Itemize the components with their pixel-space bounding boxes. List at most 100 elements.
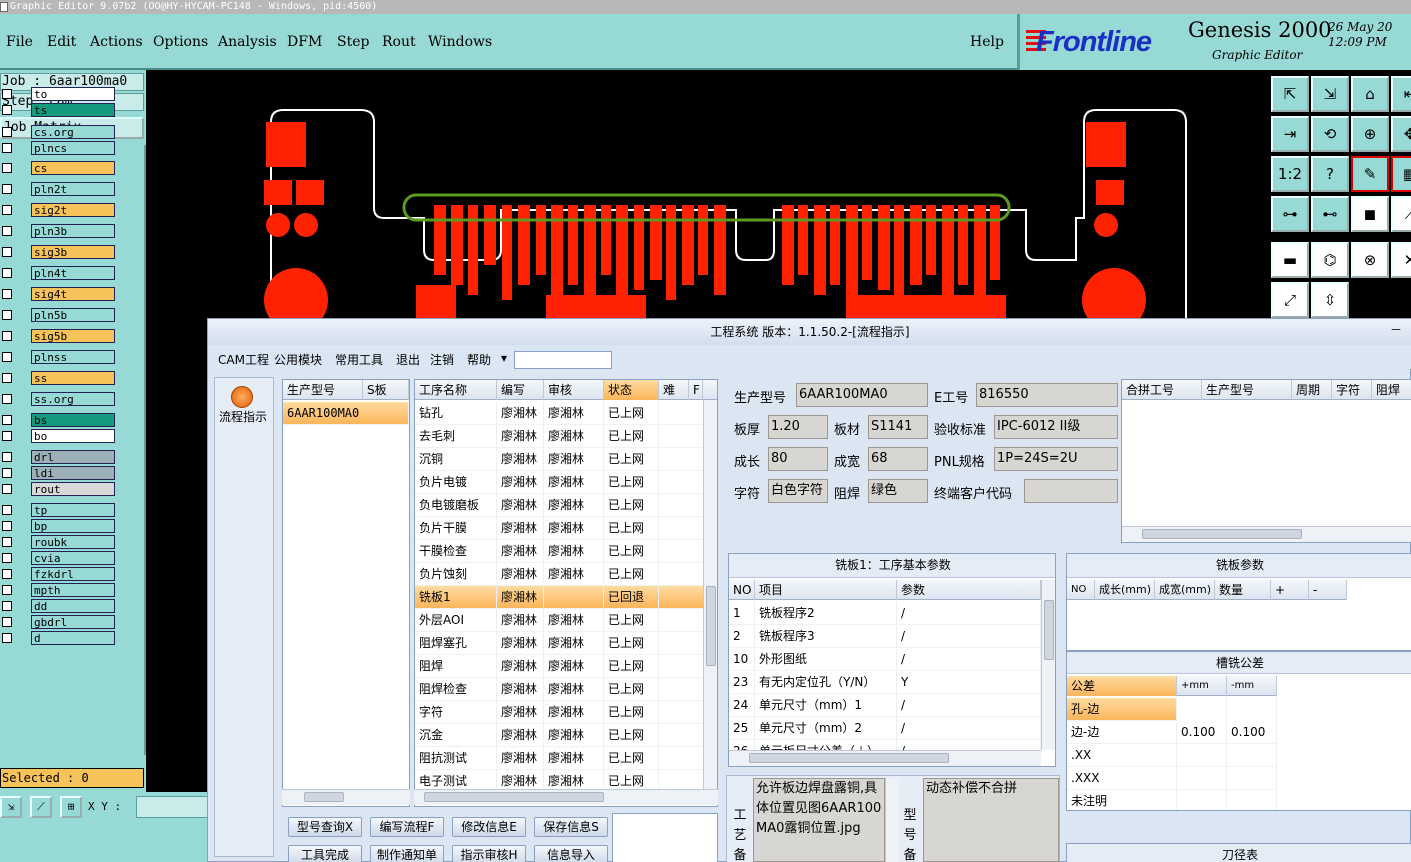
layer-row[interactable]: d — [0, 631, 146, 646]
layer-checkbox[interactable] — [2, 184, 12, 194]
field-char[interactable]: 白色字符 — [768, 479, 828, 503]
layer-checkbox[interactable] — [2, 352, 12, 362]
param-row[interactable]: 24 单元尺寸（mm）1/ — [729, 694, 1041, 717]
tolerance-row[interactable]: .XX — [1067, 744, 1277, 767]
window-menu-icon[interactable] — [0, 2, 8, 12]
layer-checkbox[interactable] — [2, 484, 12, 494]
save-info-button[interactable]: 保存信息S — [534, 817, 608, 837]
menu-step[interactable]: Step — [337, 34, 369, 50]
process-row[interactable]: 阻焊 廖湘林 廖湘林 已上网 — [415, 655, 703, 678]
layer-row[interactable]: pln3b — [0, 224, 146, 239]
layer-name[interactable]: pln2t — [31, 182, 115, 196]
tool-button-icon[interactable]: ⊕ — [1351, 116, 1389, 152]
minimize-icon[interactable]: － — [1390, 321, 1402, 338]
layer-row[interactable]: pln5b — [0, 308, 146, 323]
layer-name[interactable]: bs — [31, 413, 115, 427]
field-pnl[interactable]: 1P=24S=2U — [994, 447, 1118, 471]
field-mask[interactable]: 绿色 — [868, 479, 928, 503]
tolerance-row[interactable]: 未注明 — [1067, 790, 1277, 810]
layer-name[interactable]: roubk — [31, 535, 115, 549]
process-row[interactable]: 沉金 廖湘林 廖湘林 已上网 — [415, 724, 703, 747]
layer-checkbox[interactable] — [2, 143, 12, 153]
process-row[interactable]: 负片干膜 廖湘林 廖湘林 已上网 — [415, 517, 703, 540]
layer-checkbox[interactable] — [2, 431, 12, 441]
layer-name[interactable]: d — [31, 631, 115, 645]
tool-button-icon[interactable]: ⊶ — [1271, 196, 1309, 232]
review-button[interactable]: 指示审核H — [452, 845, 526, 862]
layer-row[interactable]: rout — [0, 482, 146, 497]
layer-checkbox[interactable] — [2, 205, 12, 215]
layer-checkbox[interactable] — [2, 226, 12, 236]
tool-button-icon[interactable]: 1:2 — [1271, 156, 1309, 192]
layer-row[interactable]: pln2t — [0, 182, 146, 197]
layer-row[interactable]: plnss — [0, 350, 146, 365]
flow-indicator-button[interactable]: 流程指示 — [219, 408, 267, 425]
layer-name[interactable]: bo — [31, 429, 115, 443]
menu-file[interactable]: File — [6, 34, 33, 50]
layer-checkbox[interactable] — [2, 310, 12, 320]
process-row[interactable]: 沉铜 廖湘林 廖湘林 已上网 — [415, 448, 703, 471]
tool-button-icon[interactable]: ? — [1311, 156, 1349, 192]
layer-row[interactable]: pln4t — [0, 266, 146, 281]
layer-name[interactable]: dd — [31, 599, 115, 613]
graphic-canvas[interactable] — [146, 70, 1267, 320]
layer-row[interactable]: bs — [0, 413, 146, 428]
layer-row[interactable]: ss — [0, 371, 146, 386]
layer-row[interactable]: gbdrl — [0, 615, 146, 630]
type-note[interactable]: 动态补偿不合拼 — [923, 778, 1059, 862]
process-row[interactable]: 去毛刺 廖湘林 廖湘林 已上网 — [415, 425, 703, 448]
process-row[interactable]: 负片蚀刻 廖湘林 廖湘林 已上网 — [415, 563, 703, 586]
field-customer[interactable] — [1024, 479, 1118, 503]
param-row[interactable]: 25 单元尺寸（mm）2/ — [729, 717, 1041, 740]
menu-windows[interactable]: Windows — [428, 34, 492, 50]
process-h-scroll[interactable] — [414, 789, 718, 805]
dmenu-cam[interactable]: CAM工程 — [218, 351, 269, 368]
process-row[interactable]: 负电镀磨板 廖湘林 廖湘林 已上网 — [415, 494, 703, 517]
layer-row[interactable]: ss.org — [0, 392, 146, 407]
layer-name[interactable]: rout — [31, 482, 115, 496]
layer-row[interactable]: to — [0, 87, 146, 102]
layer-name[interactable]: bp — [31, 519, 115, 533]
tool-button-icon[interactable]: ⌂ — [1351, 76, 1389, 112]
layer-name[interactable]: mpth — [31, 583, 115, 597]
tool-button-icon[interactable]: ⟋ — [1391, 196, 1411, 232]
layer-checkbox[interactable] — [2, 521, 12, 531]
tool-button-icon[interactable]: ⇱ — [1271, 76, 1309, 112]
layer-checkbox[interactable] — [2, 537, 12, 547]
zoom-icon[interactable]: ⇲ — [0, 796, 22, 818]
menu-actions[interactable]: Actions — [90, 34, 143, 50]
process-row[interactable]: 负片电镀 廖湘林 廖湘林 已上网 — [415, 471, 703, 494]
menu-help[interactable]: Help — [970, 34, 1004, 50]
tool-button-icon[interactable]: ✥ — [1391, 116, 1411, 152]
model-h-scroll[interactable] — [282, 789, 410, 805]
menu-options[interactable]: Options — [153, 34, 208, 50]
layer-checkbox[interactable] — [2, 633, 12, 643]
field-model[interactable]: 6AAR100MA0 — [796, 383, 928, 407]
layer-checkbox[interactable] — [2, 289, 12, 299]
dmenu-help[interactable]: 帮助 — [467, 351, 491, 368]
param-row[interactable]: 2 铣板程序3/ — [729, 625, 1041, 648]
layer-row[interactable]: sig5b — [0, 329, 146, 344]
tool-button-icon[interactable]: ⇤ — [1391, 76, 1411, 112]
process-row[interactable]: 钻孔 廖湘林 廖湘林 已上网 — [415, 402, 703, 425]
layer-name[interactable]: to — [31, 87, 115, 101]
layer-name[interactable]: sig5b — [31, 329, 115, 343]
layer-name[interactable]: fzkdrl — [31, 567, 115, 581]
layer-name[interactable]: pln5b — [31, 308, 115, 322]
layer-checkbox[interactable] — [2, 89, 12, 99]
process-row[interactable]: 铣板1 廖湘林 已回退 — [415, 586, 703, 609]
layer-row[interactable]: cs.org — [0, 125, 146, 140]
field-width[interactable]: 68 — [868, 447, 928, 471]
layer-name[interactable]: drl — [31, 450, 115, 464]
layer-row[interactable]: sig3b — [0, 245, 146, 260]
tool-button-icon[interactable]: ▬ — [1271, 242, 1309, 278]
layer-checkbox[interactable] — [2, 127, 12, 137]
layer-checkbox[interactable] — [2, 601, 12, 611]
xy-input[interactable] — [136, 796, 208, 818]
layer-row[interactable]: ts — [0, 103, 146, 118]
process-row[interactable]: 干膜检查 廖湘林 廖湘林 已上网 — [415, 540, 703, 563]
param-row[interactable]: 10 外形图纸 / — [729, 648, 1041, 671]
menu-rout[interactable]: Rout — [382, 34, 416, 50]
layer-name[interactable]: ss — [31, 371, 115, 385]
process-row[interactable]: 外层AOI 廖湘林 廖湘林 已上网 — [415, 609, 703, 632]
